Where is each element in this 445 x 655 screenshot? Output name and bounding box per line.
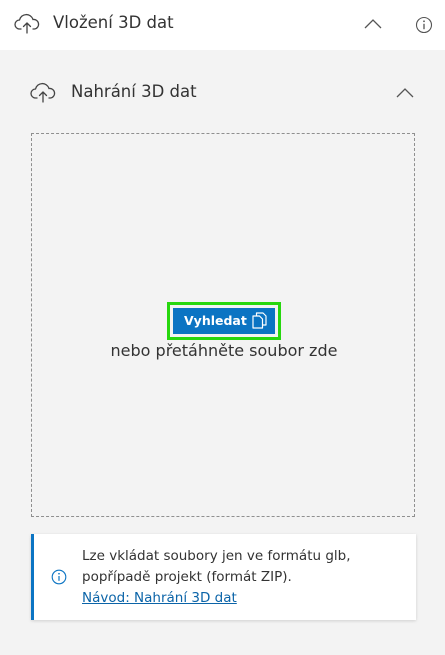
guide-link[interactable]: Návod: Nahrání 3D dat [82,590,237,606]
upload-section-title: Nahrání 3D dat [71,82,197,101]
chevron-up-icon[interactable] [364,18,382,29]
drop-hint: nebo přetáhněte soubor zde [110,341,338,360]
notice-text-line-2: popřípadě projekt (formát ZIP). [82,569,292,585]
cloud-upload-icon [14,13,40,34]
format-notice: Lze vkládat soubory jen ve formátu glb, … [31,534,416,620]
file-dropzone[interactable]: Vyhledat nebo přetáhněte soubor zde [31,133,415,517]
upload-section: Nahrání 3D dat Vyhledat nebo přetáhněte … [0,50,445,655]
chevron-up-icon[interactable] [396,87,414,98]
cloud-upload-icon [30,82,56,103]
info-icon[interactable] [415,16,433,34]
focus-outline: Vyhledat [167,302,281,340]
browse-files-label: Vyhledat [184,313,247,328]
info-icon [51,569,67,585]
upload-section-header[interactable]: Nahrání 3D dat [0,68,445,118]
notice-text-line-1: Lze vkládat soubory jen ve formátu glb, [82,548,351,564]
copy-files-icon [252,312,267,329]
browse-files-button[interactable]: Vyhledat [173,308,275,334]
panel-title: Vložení 3D dat [53,13,174,32]
panel-header[interactable]: Vložení 3D dat [0,0,445,50]
